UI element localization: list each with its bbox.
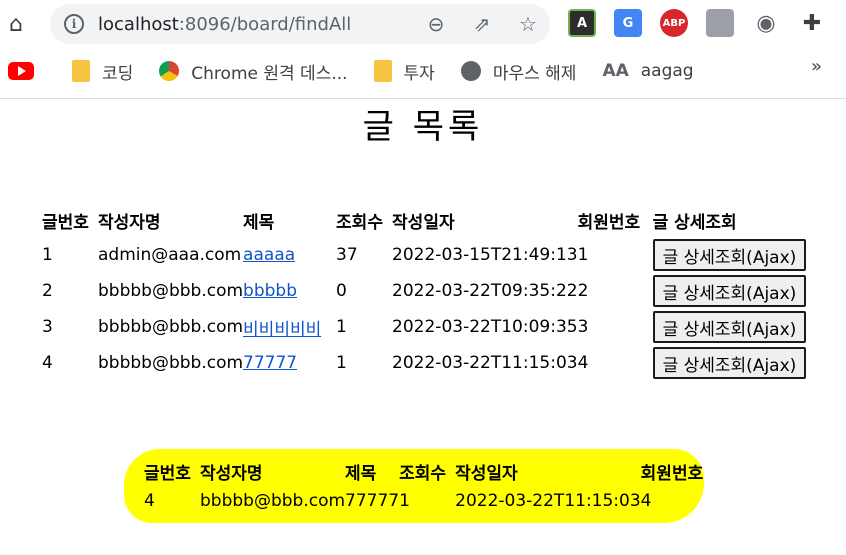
column-header: 작성일자 [392,212,455,233]
url-path: :8096/board/findAll [178,13,352,35]
table-header-row: 글번호 작성자명 제목 조회수 작성일자 회원번호 [144,456,703,486]
url-host: localhost [98,13,179,35]
camera-icon[interactable]: ◉ [752,9,780,37]
column-header: 제목 [243,212,275,233]
column-header: 조회수 [399,463,447,484]
detail-ajax-button[interactable]: 글 상세조회(Ajax) [652,347,807,379]
table-row: 2 bbbbb@bbb.com bbbbb 0 2022-03-22T09:35… [42,273,807,309]
column-header: 작성자명 [98,212,161,233]
cell-hits: 0 [336,281,347,301]
column-header: 회원번호 [577,212,641,233]
bookmarks-more-button[interactable]: » [811,56,822,77]
column-header: 글 상세조회 [652,212,737,233]
bookmark-youtube[interactable] [8,62,46,80]
address-bar-actions: ⊖ ⇗ ☆ [424,4,540,44]
extensions-bar: A G ABP ◉ ✚ [568,9,826,37]
share-icon[interactable]: ⇗ [470,12,494,36]
post-title-link[interactable]: bbbbb [243,281,297,301]
detail-result-table: 글번호 작성자명 제목 조회수 작성일자 회원번호 4 bbbbb@bbb.co… [144,456,703,516]
cell-id: 4 [42,353,53,373]
cell-date: 2022-03-15T21:49:13 [392,245,578,265]
table-row: 3 bbbbb@bbb.com 비비비비비 1 2022-03-22T10:09… [42,309,807,345]
cell-member: 1 [577,245,589,265]
page-title: 글 목록 [362,107,484,147]
url-text[interactable]: localhost:8096/board/findAll [98,14,351,35]
browser-chrome: ⌂ i localhost:8096/board/findAll ⊖ ⇗ ☆ A… [0,0,846,99]
page-content: 글 목록 글번호 작성자명 제목 조회수 작성일자 회원번호 글 상세조회 1 … [0,99,846,555]
column-header: 회원번호 [640,463,704,484]
cell-writer: bbbbb@bbb.com [98,353,244,373]
aa-icon: AA [602,61,629,81]
cell-id: 4 [144,491,155,511]
board-table: 글번호 작성자명 제목 조회수 작성일자 회원번호 글 상세조회 1 admin… [42,203,807,381]
cell-title: 77777 [345,491,400,511]
bookmark-aagag[interactable]: AA aagag [602,61,693,81]
star-icon[interactable]: ☆ [516,12,540,36]
bookmark-label: 코딩 [102,63,134,84]
bookmark-label: aagag [640,61,694,81]
post-title-link[interactable]: 비비비비비 [243,320,321,340]
column-header: 작성일자 [455,463,518,484]
home-icon[interactable]: ⌂ [2,10,30,38]
globe-icon [460,61,481,81]
bookmark-invest[interactable]: 투자 [373,59,435,84]
post-title-link[interactable]: 77777 [243,353,297,373]
adblock-plus-icon[interactable]: ABP [660,9,688,37]
info-icon[interactable]: i [64,14,84,34]
cell-writer: admin@aaa.com [98,245,242,265]
table-row: 4 bbbbb@bbb.com 77777 1 2022-03-22T11:15… [144,486,703,516]
chrome-icon [159,61,180,81]
bookmark-label: 투자 [403,63,435,84]
detail-ajax-button[interactable]: 글 상세조회(Ajax) [652,239,807,271]
bookmark-label: 마우스 해제 [492,63,577,84]
cell-writer: bbbbb@bbb.com [98,281,244,301]
bookmark-mouse-release[interactable]: 마우스 해제 [460,59,577,84]
bookmark-coding[interactable]: 코딩 [72,59,133,84]
cell-date: 2022-03-22T11:15:03 [455,491,641,511]
cell-member: 4 [640,491,652,511]
column-header: 글번호 [144,463,191,484]
address-bar[interactable]: i localhost:8096/board/findAll ⊖ ⇗ ☆ [50,4,550,44]
cell-hits: 1 [399,491,410,511]
cell-hits: 37 [336,245,358,265]
cell-id: 3 [42,317,53,337]
extension-a-icon[interactable]: A [568,9,596,37]
zoom-out-icon[interactable]: ⊖ [424,12,448,36]
folder-icon [373,60,392,82]
cell-id: 2 [42,281,53,301]
user-extension-icon[interactable] [706,9,734,37]
cell-writer: bbbbb@bbb.com [98,317,244,337]
bookmark-chrome-remote[interactable]: Chrome 원격 데스... [159,59,348,84]
cell-member: 2 [577,281,589,301]
detail-ajax-button[interactable]: 글 상세조회(Ajax) [652,275,807,307]
table-header-row: 글번호 작성자명 제목 조회수 작성일자 회원번호 글 상세조회 [42,203,806,237]
cell-member: 4 [577,353,589,373]
post-title-link[interactable]: aaaaa [243,245,295,265]
cell-hits: 1 [336,353,347,373]
cell-date: 2022-03-22T09:35:22 [392,281,578,301]
cell-hits: 1 [336,317,347,337]
bookmarks-bar: 코딩 Chrome 원격 데스... 투자 마우스 해제 AA aagag » [8,56,846,86]
cell-id: 1 [42,245,53,265]
cell-date: 2022-03-22T11:15:03 [392,353,578,373]
bookmark-label: Chrome 원격 데스... [191,63,348,84]
column-header: 글번호 [42,212,89,233]
folder-icon [72,60,90,82]
cell-member: 3 [577,317,589,337]
extensions-puzzle-icon[interactable]: ✚ [798,9,826,37]
table-row: 4 bbbbb@bbb.com 77777 1 2022-03-22T11:15… [42,345,807,381]
youtube-icon [8,62,34,80]
column-header: 작성자명 [200,463,263,484]
column-header: 제목 [345,463,377,484]
detail-ajax-button[interactable]: 글 상세조회(Ajax) [652,311,807,343]
google-translate-icon[interactable]: G [614,9,642,37]
cell-date: 2022-03-22T10:09:35 [392,317,578,337]
column-header: 조회수 [336,212,383,233]
table-row: 1 admin@aaa.com aaaaa 37 2022-03-15T21:4… [42,237,807,273]
cell-writer: bbbbb@bbb.com [200,491,346,511]
